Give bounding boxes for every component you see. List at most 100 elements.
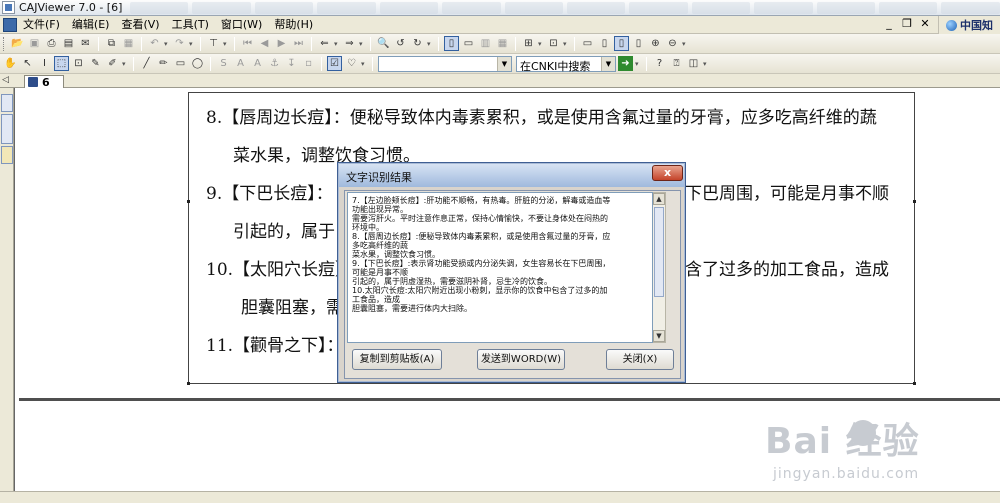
annotation-tab[interactable] [1, 146, 13, 164]
close-button[interactable]: 关闭(X) [606, 349, 674, 370]
result-line: 需要泻肝火。平时注意作息正常，保持心情愉快，不要让身体处在闷热的 [352, 214, 608, 223]
redo-icon[interactable]: ↷ [172, 36, 187, 51]
forward-icon[interactable]: ⇒ [342, 36, 357, 51]
paste-icon[interactable]: ▦ [121, 36, 136, 51]
whats-this-icon[interactable]: ⍰ [669, 56, 684, 71]
tab-label: 6 [42, 75, 50, 89]
document-icon [3, 17, 17, 32]
document-line: 10.【太阳穴长痘】 [206, 260, 353, 280]
cnki-logo-text: 中国知 [960, 19, 993, 32]
underline-text-icon[interactable]: A [233, 56, 248, 71]
result-line: 10.太阳穴长痘:太阳穴附近出现小粉刺，显示你的饮食中包含了过多的加 [352, 286, 608, 295]
menu-edit[interactable]: 编辑(E) [66, 16, 116, 34]
pencil-icon[interactable]: ╱ [139, 56, 154, 71]
copy-to-clipboard-button[interactable]: 复制到剪贴板(A) [352, 349, 442, 370]
zoom-out-icon[interactable]: ⊖ [665, 36, 680, 51]
first-page-icon[interactable]: ⏮ [240, 36, 255, 51]
text-select-icon[interactable]: I [37, 56, 52, 71]
result-line: 引起的，属于阴虚湿热，需要滋阴补肾，忌生冷的饮食。 [352, 277, 552, 286]
back-icon[interactable]: ⇐ [317, 36, 332, 51]
panel-toggle-icon[interactable]: ◁ [2, 75, 9, 85]
marker-icon[interactable]: ✏ [156, 56, 171, 71]
stamp-icon[interactable]: ⊤ [206, 36, 221, 51]
document-line: 9.【下巴长痘】： [206, 184, 333, 204]
vertical-scrollbar[interactable]: ▲ ▼ [653, 192, 666, 343]
highlight-tool-icon[interactable]: ✐ [105, 56, 120, 71]
minimize-icon[interactable]: _ [882, 17, 896, 30]
snapshot-icon[interactable]: ⊡ [71, 56, 86, 71]
print-icon[interactable]: ⎙ [44, 36, 59, 51]
bookmark-icon[interactable]: ♡ [344, 56, 359, 71]
rectangle-icon[interactable]: ▭ [173, 56, 188, 71]
menu-window[interactable]: 窗口(W) [215, 16, 268, 34]
full-screen-icon[interactable]: ▭ [580, 36, 595, 51]
squiggly-icon[interactable]: A [250, 56, 265, 71]
single-page-icon[interactable]: ▯ [444, 36, 459, 51]
info-icon[interactable]: ◫ [686, 56, 701, 71]
scroll-thumb[interactable] [654, 207, 664, 297]
strikeout-icon[interactable]: S [216, 56, 231, 71]
select-image-icon[interactable]: ⬚ [54, 56, 69, 71]
continuous-page-icon[interactable]: ▭ [461, 36, 476, 51]
ocr-result-textarea[interactable]: 7.【左边脸颊长痘】:肝功能不顺畅，有热毒。肝脏的分泌，解毒或造血等 功能出现异… [347, 192, 653, 343]
menu-view[interactable]: 查看(V) [115, 16, 165, 34]
menu-help[interactable]: 帮助(H) [268, 16, 319, 34]
facing-page-icon[interactable]: ▥ [478, 36, 493, 51]
rotate-right-icon[interactable]: ↻ [410, 36, 425, 51]
prev-page-icon[interactable]: ◀ [257, 36, 272, 51]
result-line: 8.【唇周边长痘】:便秘导致体内毒素累积，或是使用含氟过量的牙膏，应 [352, 232, 611, 241]
menu-tools[interactable]: 工具(T) [166, 16, 215, 34]
anchor-icon[interactable]: ⚓ [267, 56, 282, 71]
document-line: 胆囊阻塞，需 [241, 298, 343, 318]
scroll-down-icon[interactable]: ▼ [653, 330, 665, 342]
undo-icon[interactable]: ↶ [147, 36, 162, 51]
rotate-left-icon[interactable]: ↺ [393, 36, 408, 51]
layout-icon[interactable]: ⊞ [521, 36, 536, 51]
fit-page-icon[interactable]: ▯ [614, 36, 629, 51]
outline-tab[interactable] [1, 94, 13, 112]
find-icon[interactable]: 🔍 [376, 36, 391, 51]
restore-icon[interactable]: ❐ [900, 17, 914, 30]
scroll-up-icon[interactable]: ▲ [653, 193, 665, 205]
select-arrow-icon[interactable]: ↖ [20, 56, 35, 71]
result-line: 9.【下巴长痘】:表示肾功能受损或内分泌失调，女生容易长在下巴周围， [352, 259, 611, 268]
zoom-in-icon[interactable]: ⊕ [648, 36, 663, 51]
pdf-icon [28, 77, 38, 87]
next-page-icon[interactable]: ▶ [274, 36, 289, 51]
open-icon[interactable]: 📂 [10, 36, 25, 51]
ellipse-icon[interactable]: ◯ [190, 56, 205, 71]
fit-width-icon[interactable]: ▯ [597, 36, 612, 51]
copy-icon[interactable]: ⧉ [104, 36, 119, 51]
dialog-close-icon[interactable]: x [652, 165, 683, 181]
save-icon[interactable]: ▣ [27, 36, 42, 51]
ocr-icon[interactable]: ✎ [88, 56, 103, 71]
cnki-logo[interactable]: 中国知 [938, 16, 1000, 34]
annotation-toggle-icon[interactable]: ☑ [327, 56, 342, 71]
note-icon[interactable]: ▫ [301, 56, 316, 71]
help-icon[interactable]: ? [652, 56, 667, 71]
dialog-title-bar[interactable]: 文字识别结果 [339, 164, 684, 187]
print-preview-icon[interactable]: ▤ [61, 36, 76, 51]
actual-size-icon[interactable]: ▯ [631, 36, 646, 51]
document-line: 11.【颧骨之下】： [206, 336, 344, 356]
last-page-icon[interactable]: ⏭ [291, 36, 306, 51]
zoom-mode-icon[interactable]: ⊡ [546, 36, 561, 51]
thumbnail-tab[interactable] [1, 114, 13, 144]
result-line: 可能是月事不顺 [352, 268, 408, 277]
search-scope-select[interactable]: 在CNKI中搜索 ▼ [516, 55, 616, 73]
ocr-result-dialog: 文字识别结果 x 7.【左边脸颊长痘】:肝功能不顺畅，有热毒。肝脏的分泌，解毒或… [337, 162, 686, 383]
chevron-down-icon[interactable]: ▼ [497, 56, 511, 71]
email-icon[interactable]: ✉ [78, 36, 93, 51]
app-icon [2, 1, 15, 14]
hand-tool-icon[interactable]: ✋ [3, 56, 18, 71]
search-input[interactable]: ▼ [378, 55, 512, 72]
arrow-note-icon[interactable]: ↧ [284, 56, 299, 71]
search-go-icon[interactable]: ➜ [618, 56, 633, 71]
close-icon[interactable]: ✕ [918, 17, 932, 30]
continuous-facing-icon[interactable]: ▦ [495, 36, 510, 51]
send-to-word-button[interactable]: 发送到WORD(W) [477, 349, 565, 370]
result-line: 功能出现异常。 [352, 205, 408, 214]
chevron-down-icon[interactable]: ▼ [601, 56, 615, 71]
menu-file[interactable]: 文件(F) [17, 16, 66, 34]
tab-document-6[interactable]: 6 [24, 75, 64, 89]
